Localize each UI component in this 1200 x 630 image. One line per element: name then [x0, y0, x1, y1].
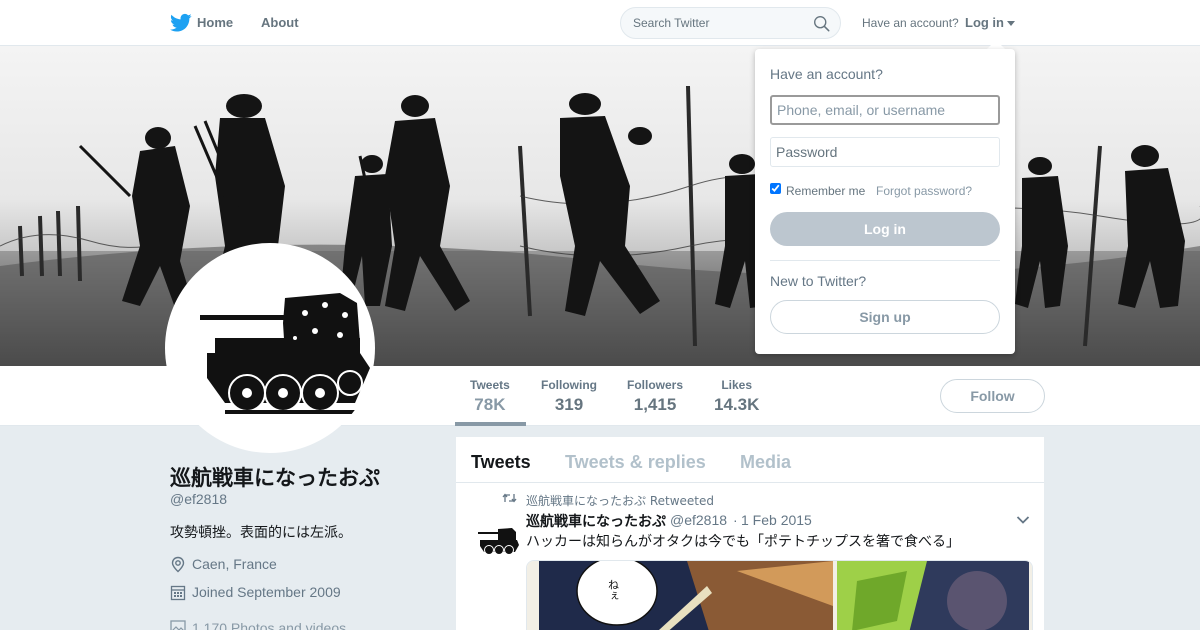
remember-me-label[interactable]: Remember me — [786, 184, 865, 198]
chevron-down-icon[interactable] — [1016, 515, 1030, 525]
join-date-text: Joined September 2009 — [192, 584, 341, 600]
location-text: Caen, France — [192, 556, 277, 572]
remember-me-checkbox[interactable] — [770, 183, 781, 194]
retweet-context[interactable]: 巡航戦車になったおぷ Retweeted — [526, 492, 714, 509]
stat-value: 1,415 — [633, 395, 677, 414]
tweet-text: ハッカーは知らんがオタクは今でも「ポテトチップスを箸で食べる」 — [526, 534, 960, 550]
signup-button[interactable]: Sign up — [770, 300, 1000, 334]
stat-value: 319 — [554, 395, 584, 414]
search-box[interactable]: Search Twitter — [620, 7, 841, 39]
login-button[interactable]: Log in — [770, 212, 1000, 246]
new-to-twitter-text: New to Twitter? — [770, 273, 867, 289]
nav-about-link[interactable]: About — [261, 15, 299, 30]
follow-button[interactable]: Follow — [940, 379, 1045, 413]
timeline-tabs: Tweets Tweets & replies Media — [456, 437, 1044, 483]
stat-following[interactable]: Following 319 — [541, 378, 597, 415]
location-pin-icon — [171, 556, 185, 573]
tab-media[interactable]: Media — [740, 452, 791, 473]
stat-likes[interactable]: Likes 14.3K — [714, 378, 759, 415]
tweet-avatar[interactable] — [472, 515, 520, 563]
login-dropdown: Have an account? Remember me · Forgot pa… — [755, 49, 1015, 354]
tweet-timestamp[interactable]: 1 Feb 2015 — [741, 512, 812, 528]
tab-tweets[interactable]: Tweets — [471, 452, 531, 473]
tweet-separator: · — [733, 512, 738, 528]
tweet-media-image[interactable]: ねぇ — [526, 560, 1033, 630]
stat-label: Likes — [721, 378, 753, 392]
forgot-password-link[interactable]: Forgot password? — [876, 184, 972, 198]
stat-tweets[interactable]: Tweets 78K — [470, 378, 510, 415]
dropdown-separator: · — [855, 184, 859, 198]
login-dropdown-title: Have an account? — [770, 66, 883, 82]
caret-down-icon[interactable] — [1007, 21, 1015, 26]
retweet-icon — [502, 493, 517, 503]
search-icon[interactable] — [813, 15, 830, 32]
profile-handle[interactable]: @ef2818 — [170, 491, 227, 507]
profile-bio: 攻勢頓挫。表面的には左派。 — [170, 525, 352, 541]
tab-tweets-and-replies[interactable]: Tweets & replies — [565, 452, 706, 473]
photo-icon — [170, 620, 186, 630]
username-field[interactable] — [770, 95, 1000, 125]
profile-name[interactable]: 巡航戦車になったおぷ — [170, 462, 380, 492]
tweet-author-handle[interactable]: @ef2818 — [670, 512, 727, 528]
dropdown-divider — [770, 260, 1000, 261]
login-menu-link[interactable]: Log in — [965, 15, 1004, 30]
stat-label: Tweets — [470, 378, 510, 392]
stat-label: Following — [541, 378, 597, 392]
nav-home-link[interactable]: Home — [197, 15, 233, 30]
search-input[interactable]: Search Twitter — [633, 16, 709, 30]
stat-value: 78K — [474, 395, 506, 414]
media-speech-text: ねぇ — [607, 579, 620, 601]
active-tab-indicator — [455, 422, 526, 426]
top-navigation-bar: Home About Search Twitter Have an accoun… — [0, 0, 1200, 46]
twitter-bird-icon[interactable] — [170, 13, 192, 33]
password-field[interactable] — [770, 137, 1000, 167]
photos-text[interactable]: 1,170 Photos and videos — [192, 620, 346, 630]
have-account-text: Have an account? — [862, 16, 959, 30]
stat-followers[interactable]: Followers 1,415 — [627, 378, 683, 415]
stat-value: 14.3K — [714, 395, 760, 414]
profile-avatar[interactable] — [165, 243, 375, 453]
stat-label: Followers — [627, 378, 684, 392]
tweet-author-name[interactable]: 巡航戦車になったおぷ — [526, 511, 666, 531]
timeline: Tweets Tweets & replies Media 巡航戦車になったおぷ… — [456, 437, 1044, 630]
calendar-icon — [170, 585, 186, 601]
